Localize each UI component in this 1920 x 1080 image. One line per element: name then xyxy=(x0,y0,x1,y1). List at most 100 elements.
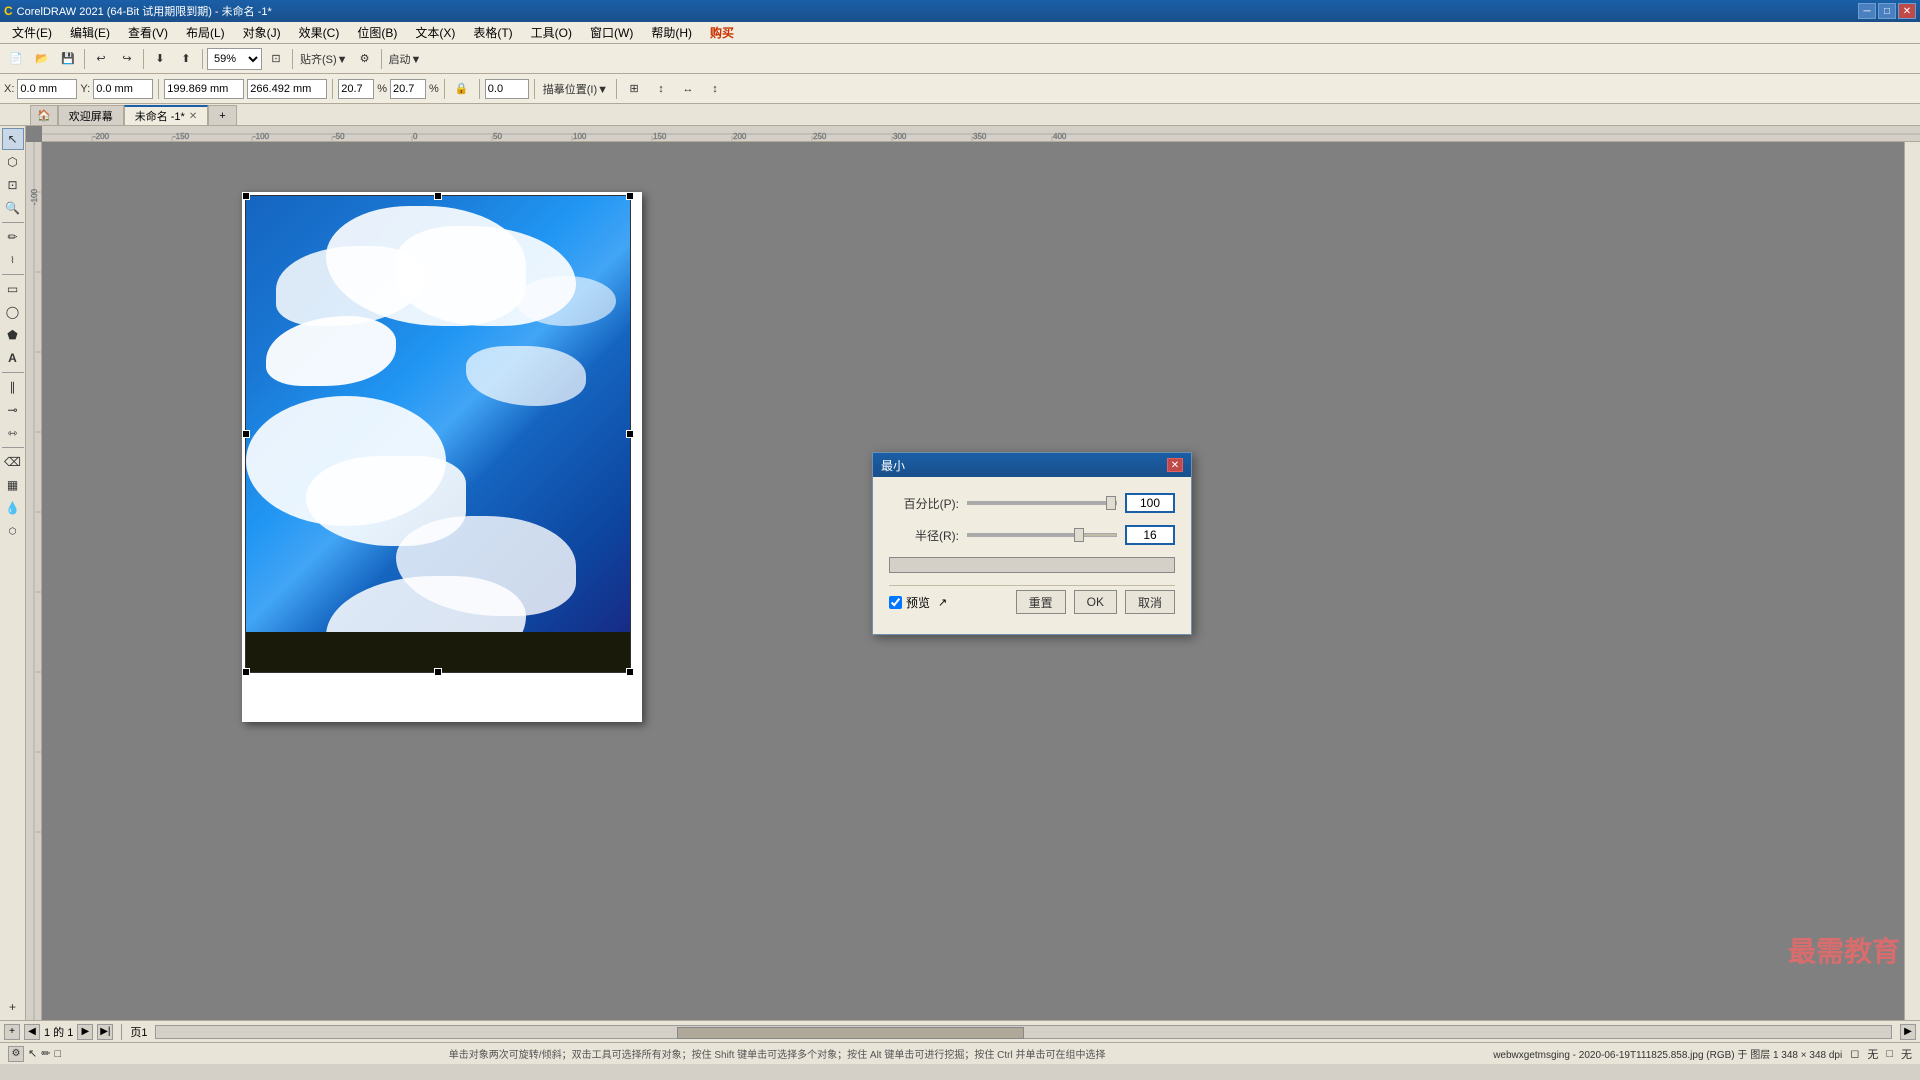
percentage-slider-thumb[interactable] xyxy=(1106,496,1116,510)
menu-help[interactable]: 帮助(H) xyxy=(643,22,700,43)
last-page-btn[interactable]: ▶| xyxy=(97,1024,113,1040)
tab-close-icon[interactable]: ✕ xyxy=(189,111,197,122)
home-tab[interactable]: 🏠 xyxy=(30,105,58,125)
menu-buy[interactable]: 购买 xyxy=(702,22,742,43)
add-tab[interactable]: + xyxy=(208,105,236,125)
reset-button[interactable]: 重置 xyxy=(1016,590,1066,614)
dropper-tool-btn[interactable]: 💧 xyxy=(2,497,24,519)
percentage-slider[interactable] xyxy=(967,501,1117,505)
text-tool-btn[interactable]: A xyxy=(2,347,24,369)
menu-text[interactable]: 文本(X) xyxy=(407,22,463,43)
handle-bc[interactable] xyxy=(434,668,442,676)
handle-mr[interactable] xyxy=(626,430,634,438)
document-tab[interactable]: 未命名 -1* ✕ xyxy=(124,105,209,125)
fill-tool-btn[interactable]: ▦ xyxy=(2,474,24,496)
lock-ratio-btn[interactable]: 🔒 xyxy=(450,77,474,101)
connector-tool-btn[interactable]: ⊸ xyxy=(2,399,24,421)
ok-button[interactable]: OK xyxy=(1074,590,1117,614)
redo-button[interactable]: ↪ xyxy=(115,47,139,71)
menu-window[interactable]: 窗口(W) xyxy=(582,22,641,43)
menu-table[interactable]: 表格(T) xyxy=(465,22,520,43)
y-label: Y: xyxy=(80,83,90,95)
eraser-tool-btn[interactable]: ⌫ xyxy=(2,451,24,473)
polygon-tool-btn[interactable]: ⬟ xyxy=(2,324,24,346)
canvas-content[interactable]: 最需教育 最小 ✕ 百分比(P): xyxy=(42,142,1920,1020)
transform-btn[interactable]: ↕ xyxy=(649,77,673,101)
parallel-tool-btn[interactable]: ∥ xyxy=(2,376,24,398)
menu-bitmap[interactable]: 位图(B) xyxy=(349,22,405,43)
scale-x-input[interactable] xyxy=(338,79,374,99)
settings-btn[interactable]: ⚙ xyxy=(8,1046,24,1062)
statusbar-right: webwxgetmsging - 2020-06-19T111825.858.j… xyxy=(1493,1046,1912,1062)
cancel-button[interactable]: 取消 xyxy=(1125,590,1175,614)
zoom-to-fit[interactable]: ⊡ xyxy=(264,47,288,71)
close-button[interactable]: ✕ xyxy=(1898,3,1916,19)
sky-photo xyxy=(246,196,630,672)
width-input[interactable] xyxy=(164,79,244,99)
preview-checkbox[interactable] xyxy=(889,596,902,609)
align-btn[interactable]: ⊞ xyxy=(622,77,646,101)
menu-layout[interactable]: 布局(L) xyxy=(178,22,233,43)
radius-input[interactable] xyxy=(1125,525,1175,545)
trace-position-btn[interactable]: 描摹位置(I)▼ xyxy=(540,77,611,101)
open-button[interactable]: 📂 xyxy=(30,47,54,71)
minimize-button[interactable]: ─ xyxy=(1858,3,1876,19)
angle-input[interactable] xyxy=(485,79,529,99)
new-button[interactable]: 📄 xyxy=(4,47,28,71)
dialog-close-button[interactable]: ✕ xyxy=(1167,458,1183,472)
zoom-tool-btn[interactable]: 🔍 xyxy=(2,197,24,219)
options-button[interactable]: ⚙ xyxy=(353,47,377,71)
external-link-icon[interactable]: ↗ xyxy=(938,596,947,609)
handle-br[interactable] xyxy=(626,668,634,676)
add-page-btn[interactable]: + xyxy=(4,1024,20,1040)
scale-y-input[interactable] xyxy=(390,79,426,99)
menu-edit[interactable]: 编辑(E) xyxy=(62,22,118,43)
selected-image[interactable] xyxy=(245,195,631,673)
scroll-right-btn[interactable]: ▶ xyxy=(1900,1024,1916,1040)
canvas-area[interactable]: -200 -150 -100 -50 0 50 100 150 200 250 … xyxy=(26,126,1920,1020)
radius-slider-thumb[interactable] xyxy=(1074,528,1084,542)
y-input[interactable] xyxy=(93,79,153,99)
import-button[interactable]: ⬇ xyxy=(148,47,172,71)
undo-button[interactable]: ↩ xyxy=(89,47,113,71)
freehand-tool-btn[interactable]: ✏ xyxy=(2,226,24,248)
smart-draw-btn[interactable]: ⌇ xyxy=(2,249,24,271)
flip-v-btn[interactable]: ↕ xyxy=(703,77,727,101)
export-button[interactable]: ⬆ xyxy=(174,47,198,71)
blend-tool-btn[interactable]: ⬡ xyxy=(2,520,24,542)
crop-tool-btn[interactable]: ⊡ xyxy=(2,174,24,196)
handle-bl[interactable] xyxy=(242,668,250,676)
dimension-tool-btn[interactable]: ⇿ xyxy=(2,422,24,444)
handle-tl[interactable] xyxy=(242,192,250,200)
ellipse-tool-btn[interactable]: ◯ xyxy=(2,301,24,323)
menu-tools[interactable]: 工具(O) xyxy=(523,22,580,43)
x-input[interactable] xyxy=(17,79,77,99)
add-tool-btn[interactable]: + xyxy=(2,996,24,1018)
radius-slider[interactable] xyxy=(967,533,1117,537)
rectangle-tool-btn[interactable]: ▭ xyxy=(2,278,24,300)
menu-file[interactable]: 文件(E) xyxy=(4,22,60,43)
handle-tr[interactable] xyxy=(626,192,634,200)
menu-view[interactable]: 查看(V) xyxy=(120,22,176,43)
height-input[interactable] xyxy=(247,79,327,99)
zoom-select[interactable]: 59% 100% 75% 50% xyxy=(207,48,262,70)
start-button[interactable]: 启动▼ xyxy=(386,47,425,71)
welcome-tab[interactable]: 欢迎屏幕 xyxy=(58,105,124,125)
maximize-button[interactable]: □ xyxy=(1878,3,1896,19)
percentage-input[interactable] xyxy=(1125,493,1175,513)
flip-h-btn[interactable]: ↔ xyxy=(676,77,700,101)
next-page-btn[interactable]: ▶ xyxy=(77,1024,93,1040)
menu-object[interactable]: 对象(J) xyxy=(235,22,289,43)
save-button[interactable]: 💾 xyxy=(56,47,80,71)
radius-label: 半径(R): xyxy=(889,527,959,544)
horizontal-scrollbar[interactable] xyxy=(155,1025,1892,1039)
handle-tc[interactable] xyxy=(434,192,442,200)
scroll-thumb-h[interactable] xyxy=(677,1027,1024,1039)
svg-text:400: 400 xyxy=(1053,132,1067,141)
handle-ml[interactable] xyxy=(242,430,250,438)
snap-button[interactable]: 贴齐(S)▼ xyxy=(297,47,351,71)
prev-page-btn[interactable]: ◀ xyxy=(24,1024,40,1040)
node-tool-btn[interactable]: ⬡ xyxy=(2,151,24,173)
menu-effects[interactable]: 效果(C) xyxy=(291,22,348,43)
arrow-tool-btn[interactable]: ↖ xyxy=(2,128,24,150)
